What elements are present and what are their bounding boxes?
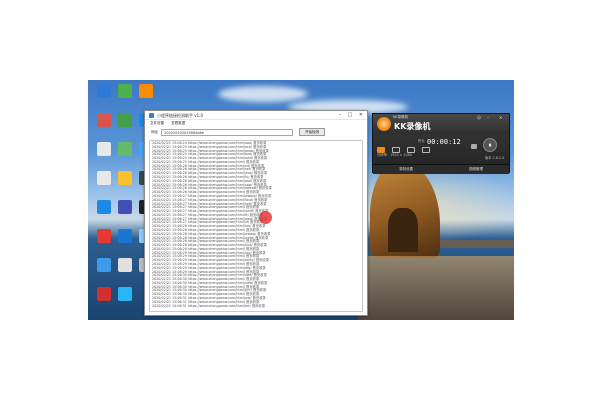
version-text: 版本 2.6.1.0 <box>485 156 505 160</box>
app-icon <box>97 84 111 98</box>
app-icon <box>118 229 132 243</box>
app-icon <box>97 258 111 272</box>
app-icon <box>149 113 154 118</box>
window-titlebar[interactable]: 小程序链接检测助手 v1.0 – □ ✕ <box>145 111 367 120</box>
rock-arch <box>388 208 418 252</box>
resolution-text: 分辨率：1920 × 1080 <box>377 153 412 157</box>
cloud <box>218 86 308 102</box>
recorder-header: KK录像机 KK录像机 ☺ – ✕ <box>373 114 509 134</box>
user-icon[interactable]: ☺ <box>477 115 481 120</box>
log-list[interactable]: 2020/02/21 15:06:24 https://www.shengpan… <box>149 140 363 312</box>
url-row: 网址 202020202019064a8e 开始检测 <box>145 127 367 137</box>
kk-logo-icon <box>377 117 391 131</box>
app-icon <box>118 142 132 156</box>
link-checker-window[interactable]: 小程序链接检测助手 v1.0 – □ ✕ 文件设置 查看数据 网址 202020… <box>144 110 368 316</box>
minimize-icon[interactable]: – <box>335 112 345 118</box>
app-icon <box>118 287 132 301</box>
video-manager-button[interactable]: 视频管理 <box>469 167 483 172</box>
desktop-shortcut[interactable] <box>113 287 137 302</box>
app-icon <box>97 200 111 214</box>
menu-item-view-data[interactable]: 查看数据 <box>171 121 185 125</box>
close-icon[interactable]: ✕ <box>499 115 502 120</box>
menubar: 文件设置 查看数据 <box>145 120 367 127</box>
mouse-cursor-highlight <box>259 211 272 224</box>
app-icon <box>97 229 111 243</box>
pause-button[interactable]: ⏸ <box>483 138 497 152</box>
app-icon <box>118 171 132 185</box>
recorder-subtitle: KK录像机 <box>393 115 409 119</box>
app-icon <box>139 84 153 98</box>
app-icon <box>118 200 132 214</box>
desktop-shortcut[interactable] <box>134 84 158 99</box>
url-input[interactable]: 202020202019064a8e <box>161 128 293 136</box>
camera-icon[interactable] <box>471 144 477 149</box>
log-line: 2020/02/21 15:06:31 https://www.shengpan… <box>152 303 266 308</box>
document-icon <box>97 142 111 156</box>
record-settings-button[interactable]: 录制设置 <box>399 167 413 172</box>
app-icon <box>97 287 111 301</box>
app-icon <box>118 113 132 127</box>
beach <box>358 256 514 320</box>
app-icon <box>97 113 111 127</box>
recorder-footer: 录制设置 视频管理 <box>373 164 509 174</box>
desktop-icons <box>88 80 153 320</box>
maximize-icon[interactable]: □ <box>345 112 355 118</box>
recording-timer: 00:00:12 <box>427 138 461 146</box>
game-mode-icon[interactable] <box>422 147 431 153</box>
desktop: 小程序链接检测助手 v1.0 – □ ✕ 文件设置 查看数据 网址 202020… <box>88 80 514 320</box>
document-icon <box>97 171 111 185</box>
start-check-button[interactable]: 开始检测 <box>299 128 325 136</box>
app-icon <box>118 258 132 272</box>
time-label: 时长 <box>418 139 425 143</box>
chrome-icon <box>118 84 132 98</box>
kk-recorder-panel[interactable]: KK录像机 KK录像机 ☺ – ✕ 时长 00:00:12 ⏸ 分辨率：1920… <box>372 113 510 174</box>
window-title: 小程序链接检测助手 v1.0 <box>157 113 203 118</box>
menu-item-settings[interactable]: 文件设置 <box>150 121 164 125</box>
recorder-brand: KK录像机 <box>394 122 431 131</box>
close-icon[interactable]: ✕ <box>356 112 366 118</box>
minimize-icon[interactable]: – <box>487 115 489 120</box>
url-label: 网址 <box>151 130 158 134</box>
